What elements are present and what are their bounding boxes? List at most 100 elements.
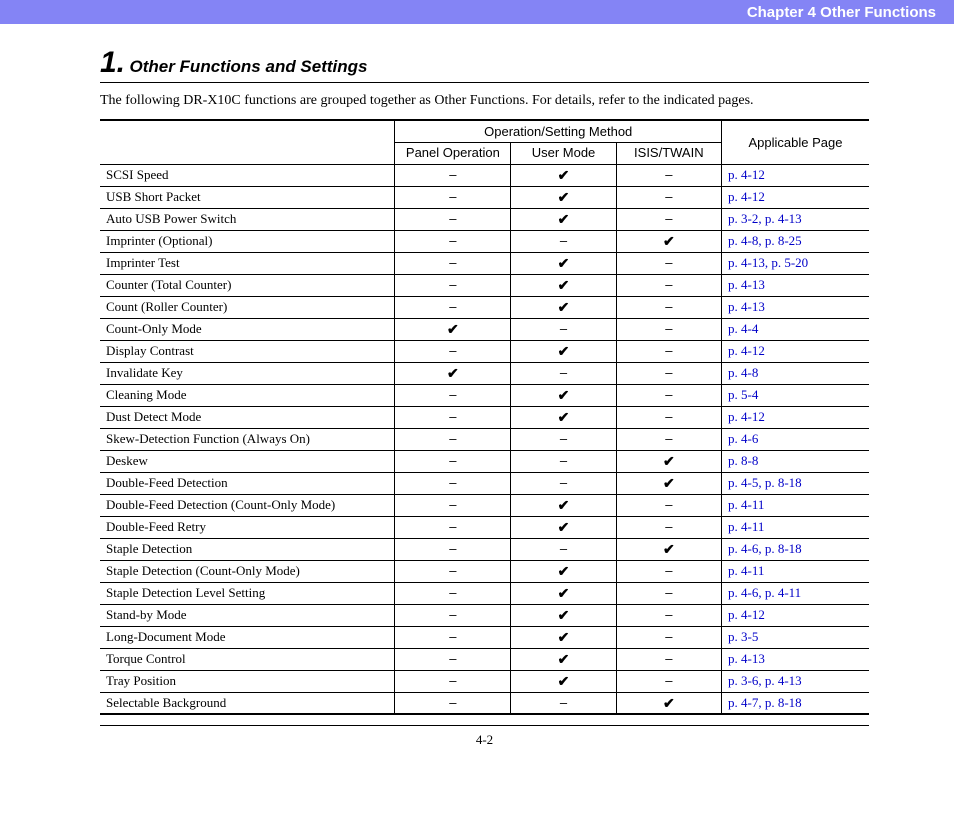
table-row: Count (Roller Counter)–✔–p. 4-13 <box>100 296 869 318</box>
cell-user: ✔ <box>511 560 616 582</box>
check-icon: ✔ <box>558 211 570 227</box>
table-row: Staple Detection––✔p. 4-6, p. 8-18 <box>100 538 869 560</box>
table-row: Tray Position–✔–p. 3-6, p. 4-13 <box>100 670 869 692</box>
cell-panel: – <box>395 692 511 714</box>
table-header-blank <box>100 120 395 164</box>
cell-user: ✔ <box>511 648 616 670</box>
table-row: Display Contrast–✔–p. 4-12 <box>100 340 869 362</box>
applicable-page-link[interactable]: p. 4-12 <box>721 164 869 186</box>
cell-isis: – <box>616 582 721 604</box>
function-name: Count-Only Mode <box>100 318 395 340</box>
applicable-page-link[interactable]: p. 4-8, p. 8-25 <box>721 230 869 252</box>
applicable-page-link[interactable]: p. 4-8 <box>721 362 869 384</box>
applicable-page-link[interactable]: p. 4-12 <box>721 604 869 626</box>
cell-user: – <box>511 230 616 252</box>
cell-panel: – <box>395 164 511 186</box>
check-icon: ✔ <box>558 299 570 315</box>
function-name: Double-Feed Retry <box>100 516 395 538</box>
table-row: Staple Detection (Count-Only Mode)–✔–p. … <box>100 560 869 582</box>
cell-user: ✔ <box>511 296 616 318</box>
cell-user: – <box>511 450 616 472</box>
cell-panel: – <box>395 274 511 296</box>
cell-isis: – <box>616 560 721 582</box>
applicable-page-link[interactable]: p. 4-12 <box>721 406 869 428</box>
cell-user: ✔ <box>511 252 616 274</box>
cell-user: ✔ <box>511 186 616 208</box>
table-header-group: Operation/Setting Method <box>395 120 722 142</box>
function-name: Counter (Total Counter) <box>100 274 395 296</box>
cell-panel: – <box>395 648 511 670</box>
check-icon: ✔ <box>663 233 675 249</box>
function-name: Cleaning Mode <box>100 384 395 406</box>
cell-user: ✔ <box>511 582 616 604</box>
cell-isis: – <box>616 494 721 516</box>
applicable-page-link[interactable]: p. 4-7, p. 8-18 <box>721 692 869 714</box>
cell-panel: – <box>395 384 511 406</box>
cell-isis: – <box>616 648 721 670</box>
cell-user: ✔ <box>511 604 616 626</box>
table-row: Cleaning Mode–✔–p. 5-4 <box>100 384 869 406</box>
applicable-page-link[interactable]: p. 4-13 <box>721 296 869 318</box>
cell-user: – <box>511 428 616 450</box>
cell-isis: – <box>616 384 721 406</box>
applicable-page-link[interactable]: p. 8-8 <box>721 450 869 472</box>
function-name: Invalidate Key <box>100 362 395 384</box>
cell-panel: – <box>395 230 511 252</box>
check-icon: ✔ <box>558 497 570 513</box>
applicable-page-link[interactable]: p. 4-13 <box>721 648 869 670</box>
cell-user: – <box>511 472 616 494</box>
table-header-panel: Panel Operation <box>395 142 511 164</box>
cell-isis: – <box>616 274 721 296</box>
check-icon: ✔ <box>447 365 459 381</box>
check-icon: ✔ <box>663 541 675 557</box>
applicable-page-link[interactable]: p. 4-6, p. 4-11 <box>721 582 869 604</box>
applicable-page-link[interactable]: p. 3-6, p. 4-13 <box>721 670 869 692</box>
cell-panel: – <box>395 208 511 230</box>
cell-isis: – <box>616 164 721 186</box>
cell-panel: – <box>395 670 511 692</box>
cell-user: – <box>511 362 616 384</box>
cell-isis: – <box>616 626 721 648</box>
cell-user: ✔ <box>511 384 616 406</box>
function-name: Deskew <box>100 450 395 472</box>
function-name: Torque Control <box>100 648 395 670</box>
applicable-page-link[interactable]: p. 3-5 <box>721 626 869 648</box>
function-name: Tray Position <box>100 670 395 692</box>
function-name: Display Contrast <box>100 340 395 362</box>
cell-isis: ✔ <box>616 692 721 714</box>
cell-panel: ✔ <box>395 318 511 340</box>
table-row: Count-Only Mode✔––p. 4-4 <box>100 318 869 340</box>
applicable-page-link[interactable]: p. 4-11 <box>721 516 869 538</box>
applicable-page-link[interactable]: p. 4-5, p. 8-18 <box>721 472 869 494</box>
table-row: Dust Detect Mode–✔–p. 4-12 <box>100 406 869 428</box>
applicable-page-link[interactable]: p. 4-12 <box>721 340 869 362</box>
cell-isis: – <box>616 516 721 538</box>
section-number: 1. <box>100 46 125 79</box>
cell-panel: – <box>395 428 511 450</box>
cell-isis: – <box>616 340 721 362</box>
table-row: Deskew––✔p. 8-8 <box>100 450 869 472</box>
check-icon: ✔ <box>447 321 459 337</box>
applicable-page-link[interactable]: p. 4-11 <box>721 560 869 582</box>
check-icon: ✔ <box>663 695 675 711</box>
applicable-page-link[interactable]: p. 4-6, p. 8-18 <box>721 538 869 560</box>
function-name: Long-Document Mode <box>100 626 395 648</box>
applicable-page-link[interactable]: p. 4-11 <box>721 494 869 516</box>
function-name: Staple Detection Level Setting <box>100 582 395 604</box>
cell-user: – <box>511 538 616 560</box>
table-row: Staple Detection Level Setting–✔–p. 4-6,… <box>100 582 869 604</box>
applicable-page-link[interactable]: p. 4-13, p. 5-20 <box>721 252 869 274</box>
applicable-page-link[interactable]: p. 4-4 <box>721 318 869 340</box>
cell-panel: – <box>395 450 511 472</box>
applicable-page-link[interactable]: p. 3-2, p. 4-13 <box>721 208 869 230</box>
applicable-page-link[interactable]: p. 4-12 <box>721 186 869 208</box>
table-row: Counter (Total Counter)–✔–p. 4-13 <box>100 274 869 296</box>
applicable-page-link[interactable]: p. 4-6 <box>721 428 869 450</box>
cell-isis: – <box>616 428 721 450</box>
cell-isis: ✔ <box>616 472 721 494</box>
applicable-page-link[interactable]: p. 4-13 <box>721 274 869 296</box>
function-name: Count (Roller Counter) <box>100 296 395 318</box>
table-row: Double-Feed Detection (Count-Only Mode)–… <box>100 494 869 516</box>
applicable-page-link[interactable]: p. 5-4 <box>721 384 869 406</box>
function-name: Staple Detection <box>100 538 395 560</box>
